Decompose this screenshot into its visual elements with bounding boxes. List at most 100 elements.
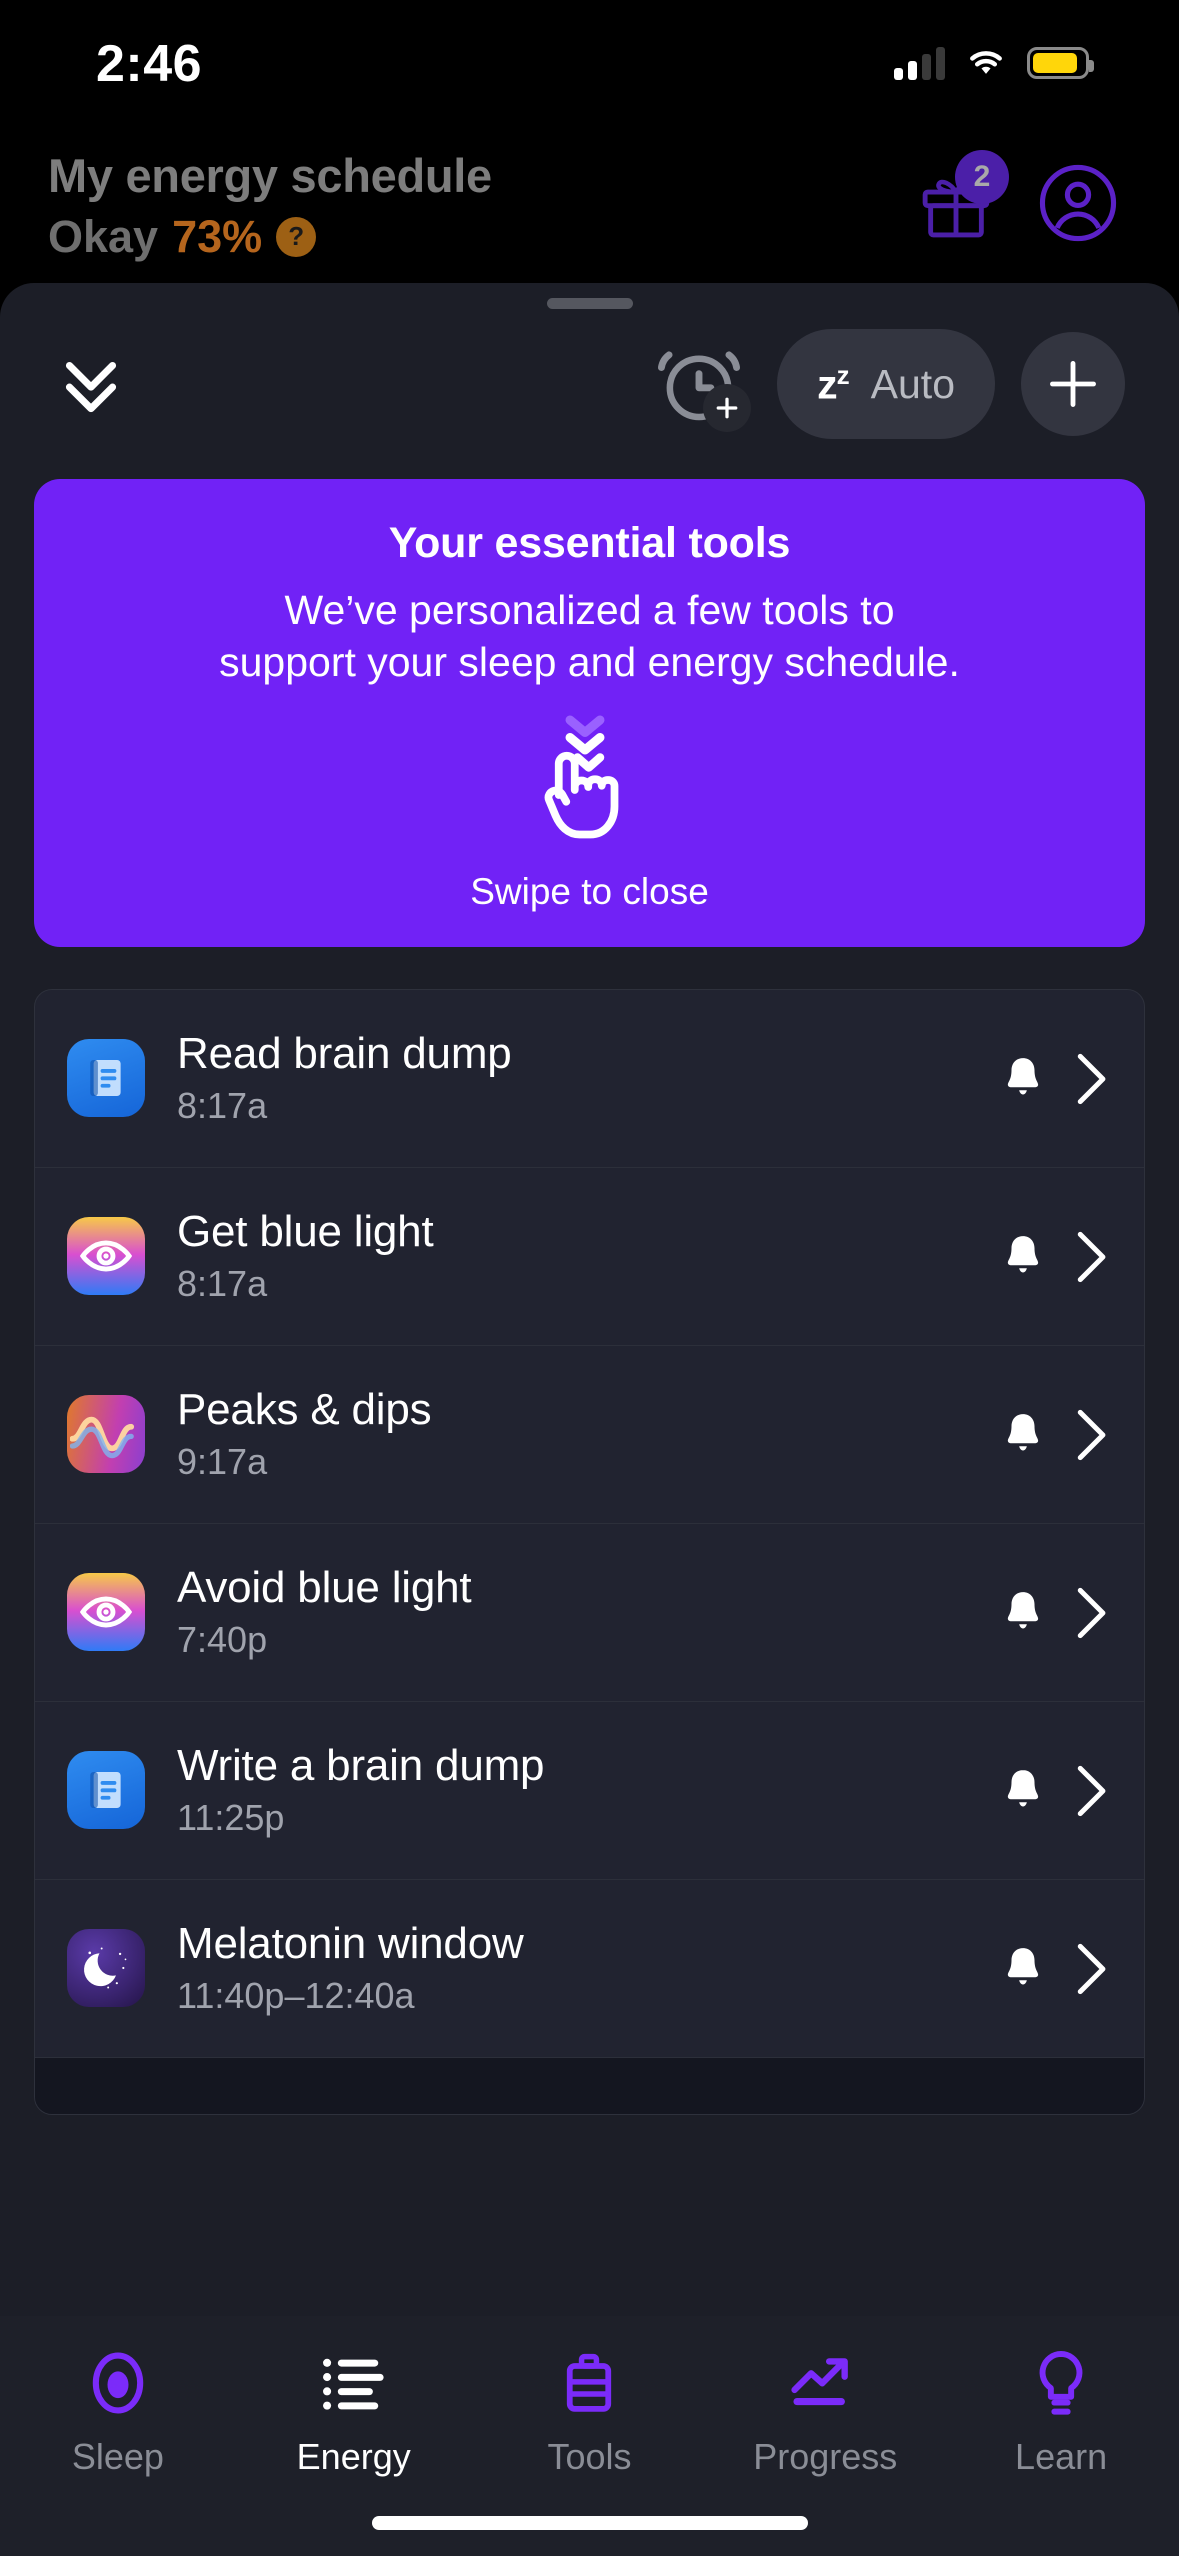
bell-icon[interactable] bbox=[1000, 1942, 1046, 1994]
double-chevron-down-icon bbox=[65, 362, 117, 413]
header-actions: 2 bbox=[917, 150, 1119, 249]
row-actions bbox=[1000, 1048, 1114, 1108]
add-tool-button[interactable] bbox=[1021, 332, 1125, 436]
plus-icon bbox=[1050, 361, 1096, 407]
table-row[interactable]: Get blue light 8:17a bbox=[35, 1168, 1144, 1346]
wifi-icon bbox=[965, 47, 1007, 79]
row-text: Melatonin window 11:40p–12:40a bbox=[177, 1919, 1000, 2017]
tools-bottom-sheet: zz Auto Your essential tools We’ve perso… bbox=[0, 283, 1179, 2316]
row-time: 11:25p bbox=[177, 1797, 285, 1839]
auto-label: Auto bbox=[870, 360, 955, 407]
row-time: 8:17a bbox=[177, 1085, 268, 1127]
profile-button[interactable] bbox=[1037, 162, 1119, 249]
help-icon[interactable]: ? bbox=[276, 216, 317, 257]
essential-tools-promo-card[interactable]: Your essential tools We’ve personalized … bbox=[34, 479, 1145, 947]
sleep-ring-icon bbox=[83, 2346, 153, 2420]
tab-tools[interactable]: Tools bbox=[472, 2346, 708, 2478]
tab-energy[interactable]: Energy bbox=[236, 2346, 472, 2478]
row-time: 9:17a bbox=[177, 1441, 268, 1483]
auto-sleep-mode-button[interactable]: zz Auto bbox=[777, 329, 995, 439]
table-row[interactable]: Melatonin window 11:40p–12:40a bbox=[35, 1880, 1144, 2058]
energy-score-row: Okay 73% ? bbox=[48, 211, 492, 263]
promo-title: Your essential tools bbox=[388, 519, 791, 567]
row-time: 7:40p bbox=[177, 1619, 268, 1661]
energy-status-label: Okay bbox=[48, 210, 159, 262]
row-actions bbox=[1000, 1938, 1114, 1998]
promo-body-line-2: support your sleep and energy schedule. bbox=[219, 639, 960, 686]
tab-sleep[interactable]: Sleep bbox=[0, 2346, 236, 2478]
bell-icon[interactable] bbox=[1000, 1408, 1046, 1460]
status-bar-time: 2:46 bbox=[96, 35, 203, 93]
row-time: 11:40p–12:40a bbox=[177, 1975, 415, 2017]
header-titles: My energy schedule Okay 73% ? bbox=[48, 148, 492, 263]
sheet-grabber[interactable] bbox=[546, 298, 633, 309]
eye-icon bbox=[67, 1217, 145, 1296]
gift-button[interactable]: 2 bbox=[917, 150, 1009, 244]
add-alarm-button[interactable] bbox=[649, 334, 752, 434]
row-time: 8:17a bbox=[177, 1263, 268, 1305]
tab-label: Energy bbox=[296, 2436, 411, 2477]
row-actions bbox=[1000, 1404, 1114, 1464]
chevron-right-icon[interactable] bbox=[1068, 1404, 1114, 1464]
tab-label: Learn bbox=[1015, 2436, 1108, 2477]
chevron-right-icon[interactable] bbox=[1068, 1226, 1114, 1286]
home-indicator bbox=[371, 2516, 808, 2530]
row-text: Write a brain dump 11:25p bbox=[177, 1741, 1000, 1839]
tab-label: Tools bbox=[547, 2436, 632, 2477]
tab-progress[interactable]: Progress bbox=[707, 2346, 943, 2478]
tab-learn[interactable]: Learn bbox=[943, 2346, 1179, 2478]
row-text: Read brain dump 8:17a bbox=[177, 1029, 1000, 1127]
chevron-right-icon[interactable] bbox=[1068, 1938, 1114, 1998]
energy-wave-icon bbox=[67, 1395, 145, 1474]
row-title: Melatonin window bbox=[177, 1919, 524, 1969]
list-lines-icon bbox=[319, 2346, 389, 2420]
toolbox-icon bbox=[556, 2346, 622, 2420]
document-note-icon bbox=[67, 1039, 145, 1118]
chevron-right-icon[interactable] bbox=[1068, 1582, 1114, 1642]
crescent-moon-icon bbox=[67, 1929, 145, 2008]
lightbulb-icon bbox=[1030, 2346, 1092, 2420]
cellular-signal-icon bbox=[894, 46, 945, 80]
row-actions bbox=[1000, 1760, 1114, 1820]
row-title: Peaks & dips bbox=[177, 1385, 432, 1435]
status-bar-indicators bbox=[894, 46, 1094, 80]
promo-swipe-label: Swipe to close bbox=[470, 870, 709, 912]
table-row[interactable]: Write a brain dump 11:25p bbox=[35, 1702, 1144, 1880]
profile-avatar-icon bbox=[1039, 164, 1117, 241]
battery-low-power-icon bbox=[1027, 47, 1094, 79]
chevron-right-icon[interactable] bbox=[1068, 1048, 1114, 1108]
document-note-icon bbox=[67, 1751, 145, 1830]
tab-label: Progress bbox=[753, 2436, 898, 2477]
row-text: Avoid blue light 7:40p bbox=[177, 1563, 1000, 1661]
table-row[interactable]: Peaks & dips 9:17a bbox=[35, 1346, 1144, 1524]
gift-badge: 2 bbox=[955, 150, 1009, 204]
schedule-list: Read brain dump 8:17a Get blue light 8:1… bbox=[34, 988, 1145, 2115]
table-row-partial[interactable] bbox=[35, 2057, 1144, 2114]
chevron-right-icon[interactable] bbox=[1068, 1760, 1114, 1820]
bell-icon[interactable] bbox=[1000, 1586, 1046, 1638]
swipe-down-hand-icon bbox=[515, 705, 665, 865]
row-actions bbox=[1000, 1582, 1114, 1642]
row-text: Peaks & dips 9:17a bbox=[177, 1385, 1000, 1483]
status-bar: 2:46 bbox=[0, 0, 1179, 118]
sleep-zz-icon: zz bbox=[817, 359, 850, 408]
table-row[interactable]: Read brain dump 8:17a bbox=[35, 990, 1144, 1168]
promo-body-line-1: We’ve personalized a few tools to bbox=[284, 587, 895, 633]
bell-icon[interactable] bbox=[1000, 1230, 1046, 1282]
background-page-header: My energy schedule Okay 73% ? 2 bbox=[0, 130, 1179, 280]
row-actions bbox=[1000, 1226, 1114, 1286]
page-title: My energy schedule bbox=[48, 148, 492, 202]
eye-icon bbox=[67, 1573, 145, 1652]
bell-icon[interactable] bbox=[1000, 1764, 1046, 1816]
collapse-sheet-button[interactable] bbox=[48, 341, 134, 427]
table-row[interactable]: Avoid blue light 7:40p bbox=[35, 1524, 1144, 1702]
tab-label: Sleep bbox=[71, 2436, 164, 2477]
row-title: Read brain dump bbox=[177, 1029, 512, 1079]
bell-icon[interactable] bbox=[1000, 1052, 1046, 1104]
trending-up-icon bbox=[789, 2346, 861, 2420]
row-title: Get blue light bbox=[177, 1207, 434, 1257]
energy-percent: 73% bbox=[172, 210, 263, 262]
row-title: Write a brain dump bbox=[177, 1741, 545, 1791]
sheet-toolbar: zz Auto bbox=[0, 309, 1179, 459]
row-title: Avoid blue light bbox=[177, 1563, 472, 1613]
